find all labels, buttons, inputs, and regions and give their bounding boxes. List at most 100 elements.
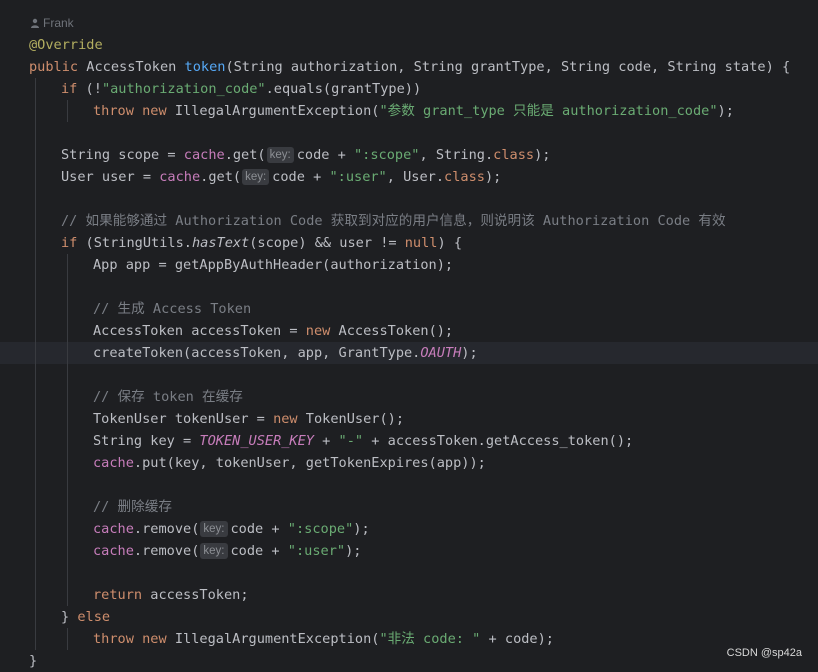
code-token: new <box>142 631 167 647</box>
indent-guide <box>35 276 36 298</box>
code-line[interactable]: App app = getAppByAuthHeader(authorizati… <box>0 254 818 276</box>
parameter-hint: key: <box>266 147 294 163</box>
code-token: .get( <box>200 169 242 185</box>
code-token: throw <box>93 103 134 119</box>
parameter-hint: key: <box>200 543 228 559</box>
author-annotation[interactable]: Frank <box>30 14 74 32</box>
code-line[interactable]: cache.remove(key: code + ":user"); <box>0 540 818 562</box>
code-token: @Override <box>29 37 103 53</box>
code-token: AccessToken accessToken = <box>93 323 306 339</box>
indent-guide <box>35 518 36 540</box>
code-token: ":user" <box>287 543 346 559</box>
code-token: ); <box>484 169 502 185</box>
code-line[interactable]: String key = TOKEN_USER_KEY + "-" + acce… <box>0 430 818 452</box>
code-line[interactable]: public AccessToken token(String authoriz… <box>0 56 818 78</box>
indent-guide <box>67 342 68 364</box>
code-line[interactable] <box>0 276 818 298</box>
code-token: ":scope" <box>354 147 420 163</box>
indent-guide <box>35 408 36 430</box>
code-line[interactable]: // 保存 token 在缓存 <box>0 386 818 408</box>
code-token: "authorization_code" <box>101 81 266 97</box>
code-token: IllegalArgumentException( <box>166 631 380 647</box>
code-line[interactable]: // 删除缓存 <box>0 496 818 518</box>
code-line[interactable]: // 生成 Access Token <box>0 298 818 320</box>
code-line[interactable] <box>0 474 818 496</box>
indent-guide <box>35 562 36 584</box>
code-token: else <box>77 609 111 625</box>
code-token: accessToken; <box>142 587 249 603</box>
code-line[interactable] <box>0 188 818 210</box>
code-token: User user = <box>61 169 160 185</box>
code-editor[interactable]: @Override public AccessToken token(String… <box>0 34 818 672</box>
code-line[interactable]: AccessToken accessToken = new AccessToke… <box>0 320 818 342</box>
code-line[interactable]: createToken(accessToken, app, GrantType.… <box>0 342 818 364</box>
indent-guide <box>35 100 36 122</box>
code-line[interactable]: throw new IllegalArgumentException("参数 g… <box>0 100 818 122</box>
code-token: TOKEN_USER_KEY <box>199 433 314 449</box>
code-line[interactable] <box>0 122 818 144</box>
code-token: // 删除缓存 <box>93 499 172 515</box>
code-token: TokenUser tokenUser = <box>93 411 274 427</box>
code-token: class <box>493 147 535 163</box>
code-line[interactable] <box>0 562 818 584</box>
code-token: new <box>142 103 167 119</box>
code-token: .get( <box>224 147 266 163</box>
indent-guide <box>35 430 36 452</box>
code-line[interactable]: // 如果能够通过 Authorization Code 获取到对应的用户信息，… <box>0 210 818 232</box>
code-token: throw <box>93 631 134 647</box>
indent-guide <box>35 606 36 628</box>
user-icon <box>30 18 40 28</box>
code-token: return <box>93 587 143 603</box>
indent-guide <box>35 78 36 100</box>
code-token: "-" <box>338 433 364 449</box>
code-token: String scope = <box>61 147 184 163</box>
indent-guide <box>67 320 68 342</box>
code-token: ); <box>353 521 370 537</box>
indent-guide <box>67 430 68 452</box>
code-token: .equals(grantType)) <box>265 81 422 97</box>
code-line[interactable]: if (!"authorization_code".equals(grantTy… <box>0 78 818 100</box>
code-token: (String authorization, String grantType,… <box>225 59 791 75</box>
code-line[interactable]: cache.remove(key: code + ":scope"); <box>0 518 818 540</box>
code-token: IllegalArgumentException( <box>166 103 380 119</box>
code-line[interactable]: } else <box>0 606 818 628</box>
code-token: ) { <box>437 235 463 251</box>
indent-guide <box>67 496 68 518</box>
code-token: ); <box>345 543 362 559</box>
indent-guide <box>35 298 36 320</box>
code-token: ":scope" <box>287 521 354 537</box>
code-token: (scope) && user != <box>249 235 405 251</box>
code-token: ); <box>717 103 734 119</box>
code-line[interactable]: return accessToken; <box>0 584 818 606</box>
code-line[interactable]: @Override <box>0 34 818 56</box>
indent-guide <box>35 496 36 518</box>
code-line[interactable]: if (StringUtils.hasText(scope) && user !… <box>0 232 818 254</box>
indent-guide <box>35 210 36 232</box>
indent-guide <box>67 254 68 276</box>
code-token: hasText <box>191 235 250 251</box>
indent-guide <box>35 584 36 606</box>
code-line[interactable] <box>0 364 818 386</box>
code-token: new <box>273 411 298 427</box>
indent-guide <box>67 562 68 584</box>
indent-guide <box>35 628 36 650</box>
parameter-hint: key: <box>200 521 228 537</box>
watermark: CSDN @sp42a <box>726 647 802 659</box>
code-token: (! <box>77 81 102 97</box>
code-token: .put(key, tokenUser, getTokenExpires(app… <box>133 455 486 471</box>
code-token: cache <box>159 169 201 185</box>
indent-guide <box>67 584 68 606</box>
code-token: cache <box>93 521 134 537</box>
code-line[interactable]: User user = cache.get(key: code + ":user"… <box>0 166 818 188</box>
code-line[interactable]: throw new IllegalArgumentException("非法 c… <box>0 628 818 650</box>
code-token: createToken(accessToken, app, GrantType. <box>93 345 421 361</box>
code-token: + <box>313 433 339 449</box>
code-line[interactable]: String scope = cache.get(key: code + ":sc… <box>0 144 818 166</box>
indent-guide <box>67 276 68 298</box>
code-token: cache <box>183 147 225 163</box>
indent-guide <box>35 122 36 144</box>
code-token: AccessToken <box>78 59 185 75</box>
code-line[interactable]: TokenUser tokenUser = new TokenUser(); <box>0 408 818 430</box>
code-line[interactable]: cache.put(key, tokenUser, getTokenExpire… <box>0 452 818 474</box>
